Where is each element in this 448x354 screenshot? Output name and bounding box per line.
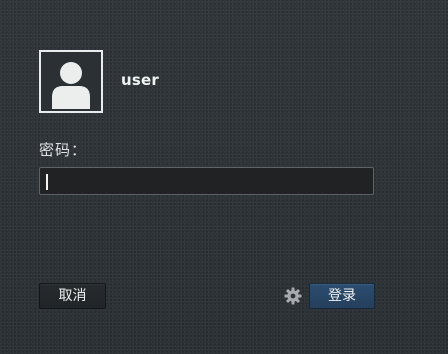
cancel-button[interactable]: 取消	[39, 283, 106, 309]
username-label: user	[121, 71, 159, 89]
user-avatar	[39, 50, 103, 113]
login-button[interactable]: 登录	[309, 283, 375, 309]
password-field[interactable]	[39, 167, 374, 195]
gear-icon[interactable]	[284, 287, 302, 305]
password-label: 密码：	[39, 141, 88, 159]
password-input[interactable]	[40, 168, 373, 194]
user-silhouette-icon	[52, 62, 90, 109]
text-caret	[46, 174, 48, 190]
